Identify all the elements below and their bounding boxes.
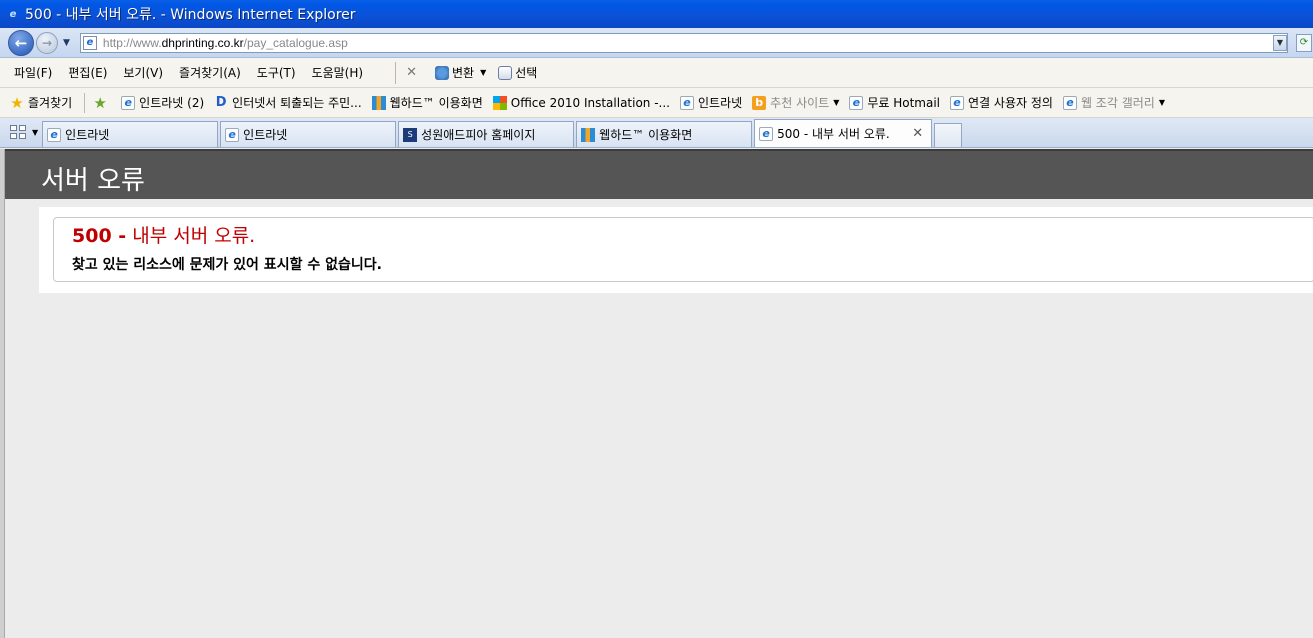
fav-link-intranet-2[interactable]: e 인트라넷 (2) (121, 94, 204, 111)
add-favorite-button[interactable]: ★ (93, 93, 111, 112)
favorites-star-icon: ★ (10, 93, 24, 112)
close-icon[interactable]: ✕ (406, 65, 417, 80)
menu-help[interactable]: 도움말(H) (312, 64, 364, 81)
ie-page-icon: e (680, 95, 694, 110)
translate-icon (434, 65, 449, 80)
chevron-down-icon: ▼ (1158, 98, 1165, 107)
error-code: 500 - (72, 225, 127, 247)
error-message: 찾고 있는 리소스에 문제가 있어 표시할 수 없습니다. (72, 257, 382, 273)
fav-link-hotmail[interactable]: e 무료 Hotmail (849, 94, 940, 111)
fav-link-news[interactable]: D 인터넷서 퇴출되는 주민... (214, 94, 362, 111)
address-dropdown-icon[interactable]: ▼ (1272, 34, 1287, 51)
quick-tabs-icon (10, 125, 26, 139)
tab-sungwon[interactable]: S 성원애드피아 홈페이지 (398, 121, 575, 147)
forward-arrow-icon: → (41, 35, 53, 50)
error-box: 500 - 내부 서버 오류. 찾고 있는 리소스에 문제가 있어 표시할 수 … (53, 217, 1313, 282)
quick-tabs-button[interactable]: ▼ (10, 120, 38, 144)
ie-page-icon: e (849, 95, 864, 110)
error-title: 내부 서버 오류. (132, 225, 256, 247)
ie-page-icon: e (759, 126, 774, 141)
fav-suggested-sites[interactable]: b 추천 사이트 ▼ (752, 94, 839, 111)
translate-button[interactable]: 변환 ▼ (434, 64, 487, 81)
window-left-edge (0, 149, 5, 638)
error-panel: 500 - 내부 서버 오류. 찾고 있는 리소스에 문제가 있어 표시할 수 … (39, 207, 1313, 293)
back-button[interactable]: ← (8, 29, 34, 56)
chevron-down-icon: ▼ (480, 68, 487, 77)
menu-edit[interactable]: 편집(E) (68, 64, 107, 81)
compatibility-icon[interactable]: ⟳ (1295, 33, 1312, 52)
fav-link-custom[interactable]: e 연결 사용자 정의 (950, 94, 1053, 111)
error-heading: 500 - 내부 서버 오류. (72, 221, 255, 248)
select-icon (498, 65, 513, 80)
fav-web-slice-gallery[interactable]: e 웹 조각 갤러리 ▼ (1062, 94, 1165, 111)
add-favorite-icon: ★ (93, 93, 107, 112)
windows-logo-icon (492, 95, 507, 110)
page-title: 서버 오류 (41, 166, 145, 196)
webhard-icon (581, 127, 596, 142)
ie-page-icon: e (121, 95, 136, 110)
fav-link-office[interactable]: Office 2010 Installation -... (492, 95, 670, 110)
address-url[interactable]: http://www.dhprinting.co.kr/pay_catalogu… (103, 36, 348, 50)
tab-webhard[interactable]: 웹하드™ 이용화면 (576, 121, 753, 147)
window-title: 500 - 내부 서버 오류. - Windows Internet Explo… (25, 7, 356, 23)
recent-pages-dropdown[interactable]: ▼ (63, 38, 70, 48)
back-arrow-icon: ← (14, 33, 28, 52)
daum-icon: D (215, 95, 227, 110)
menu-tools[interactable]: 도구(T) (257, 64, 296, 81)
tab-bar: ▼ e 인트라넷 e 인트라넷 S 성원애드피아 홈페이지 웹하드™ 이용화면 … (0, 118, 1313, 148)
tab-server-error[interactable]: e 500 - 내부 서버 오류. ✕ (754, 119, 933, 147)
ie-page-icon: e (1062, 95, 1077, 110)
page-header: 서버 오류 (5, 149, 1313, 199)
ie-page-icon: e (225, 127, 240, 142)
ie-page-icon: e (950, 95, 965, 110)
suggested-sites-icon: b (752, 95, 767, 110)
menu-file[interactable]: 파일(F) (14, 64, 52, 81)
forward-button[interactable]: → (36, 31, 58, 54)
menu-favorites[interactable]: 즐겨찾기(A) (179, 64, 241, 81)
chevron-down-icon: ▼ (833, 98, 840, 107)
ie-page-icon: e (82, 35, 97, 50)
favorites-bar: ★ 즐겨찾기 ★ e 인트라넷 (2) D 인터넷서 퇴출되는 주민... 웹하… (0, 88, 1313, 118)
select-button[interactable]: 선택 (498, 64, 537, 81)
favorites-center-button[interactable]: ★ 즐겨찾기 (10, 93, 72, 112)
tab-list-dropdown-icon[interactable]: ▼ (32, 128, 38, 137)
close-tab-icon[interactable]: ✕ (912, 126, 923, 141)
menu-bar: 파일(F) 편집(E) 보기(V) 즐겨찾기(A) 도구(T) 도움말(H) ✕… (0, 58, 1313, 88)
fav-link-webhard[interactable]: 웹하드™ 이용화면 (371, 94, 483, 111)
menu-separator (395, 61, 397, 84)
fav-link-intranet[interactable]: e 인트라넷 (680, 94, 742, 111)
window-titlebar: e 500 - 내부 서버 오류. - Windows Internet Exp… (0, 0, 1313, 28)
tab-intranet-2[interactable]: e 인트라넷 (220, 121, 397, 147)
address-toolbar: ← → ▼ e http://www.dhprinting.co.kr/pay_… (0, 28, 1313, 58)
ie-logo-icon: e (9, 8, 17, 20)
ie-page-icon: e (47, 127, 62, 142)
tab-intranet-1[interactable]: e 인트라넷 (42, 121, 219, 147)
page-content: 서버 오류 500 - 내부 서버 오류. 찾고 있는 리소스에 문제가 있어 … (0, 149, 1313, 638)
sungwon-site-icon: S (403, 127, 418, 142)
favorites-separator (84, 92, 86, 113)
new-tab-button[interactable] (934, 123, 963, 147)
address-bar[interactable]: e http://www.dhprinting.co.kr/pay_catalo… (79, 32, 1288, 53)
menu-view[interactable]: 보기(V) (123, 64, 163, 81)
webhard-icon (371, 95, 386, 110)
